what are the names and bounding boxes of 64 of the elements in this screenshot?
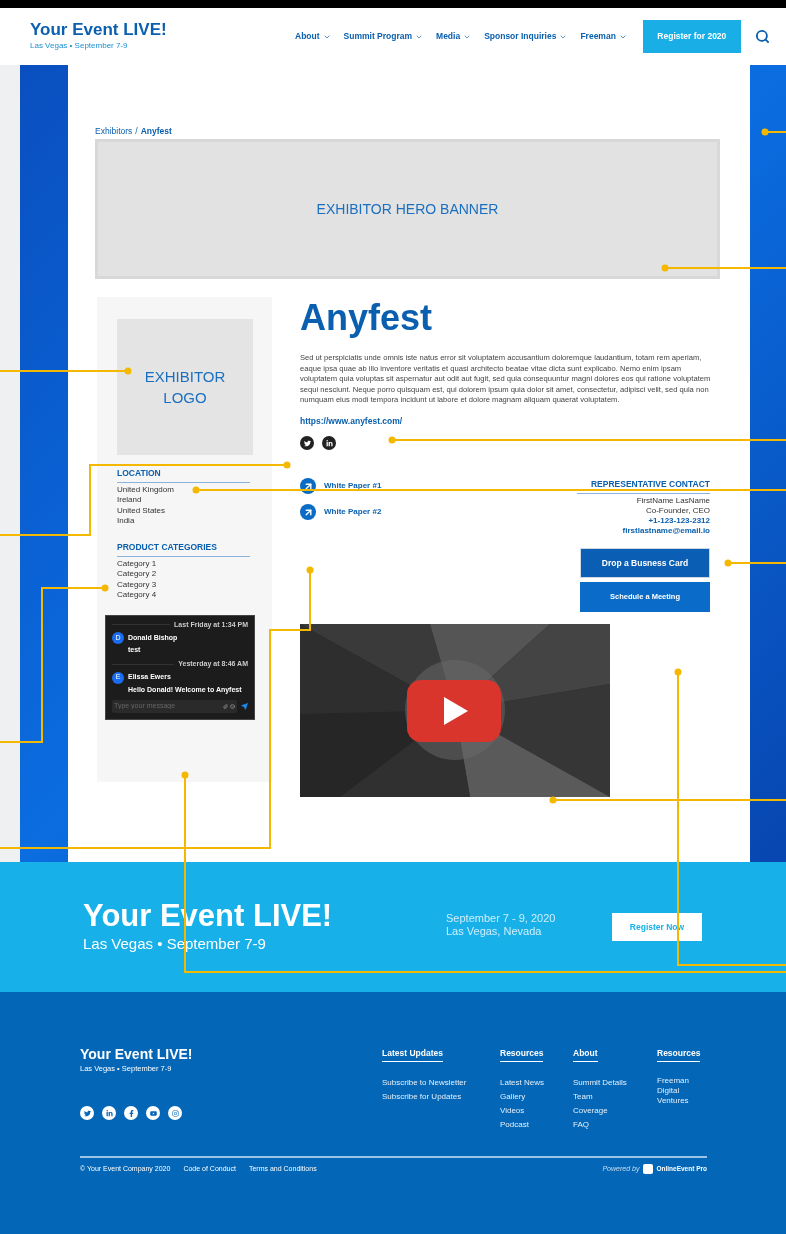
footer-link[interactable]: Subscribe for Updates — [382, 1089, 500, 1104]
nav-menu-item[interactable]: Sponsor Inquiries — [484, 30, 568, 43]
attach-icon[interactable] — [223, 703, 228, 709]
footer-link[interactable]: Videos — [500, 1103, 573, 1118]
hero-banner: EXHIBITOR HERO BANNER — [95, 139, 720, 279]
nav-menu-item[interactable]: Freeman — [580, 30, 627, 43]
facebook-icon[interactable] — [124, 1106, 138, 1121]
footer-link[interactable]: FAQ — [573, 1117, 657, 1132]
footer-link[interactable]: Podcast — [500, 1117, 573, 1132]
footer-heading: About — [573, 1047, 598, 1062]
list-item: United States — [117, 505, 167, 517]
footer-link[interactable]: Team — [573, 1089, 657, 1104]
contact-phone[interactable]: +1-123-123-2312 — [648, 516, 710, 526]
play-button-icon[interactable] — [407, 680, 501, 742]
leader-line — [761, 128, 786, 136]
section-heading: LOCATION — [117, 467, 250, 483]
contact-email[interactable]: firstlastname@email.io — [622, 526, 710, 536]
website-link[interactable]: https://www.anyfest.com/ — [300, 414, 403, 428]
breadcrumb-current: Anyfest — [140, 124, 172, 138]
footer-link[interactable]: Gallery — [500, 1089, 573, 1104]
youtube-icon[interactable] — [146, 1106, 160, 1121]
document-link[interactable]: White Paper #1 — [300, 478, 382, 495]
action-button[interactable]: Drop a Busness Card — [580, 548, 710, 578]
list-item: Ireland — [117, 495, 143, 506]
contact-role: Co-Founder, CEO — [645, 506, 710, 516]
list-item: Category 2 — [117, 569, 158, 580]
exhibitor-logo: EXHIBITOR LOGO — [117, 319, 253, 455]
breadcrumb-separator: / — [135, 124, 138, 138]
instagram-icon[interactable] — [168, 1106, 182, 1121]
list-item: India — [117, 516, 136, 527]
footer-link[interactable]: Freeman Digital Ventures — [657, 1075, 707, 1106]
exhibitor-name: Anyfest — [300, 297, 434, 339]
footer-logo[interactable]: Your Event LIVE! — [80, 1047, 382, 1061]
document-link[interactable]: White Paper #2 — [300, 504, 382, 521]
footer-link[interactable]: Latest News — [500, 1075, 573, 1090]
list-item: Category 3 — [117, 579, 158, 590]
emoji-icon[interactable] — [230, 703, 235, 709]
footer-link[interactable]: Summit Details — [573, 1075, 657, 1090]
breadcrumb-link[interactable]: Exhibitors — [95, 124, 133, 138]
logo-subtitle: Las Vegas • September 7-9 — [30, 40, 129, 52]
twitter-icon[interactable] — [300, 436, 314, 451]
nav-menu-item[interactable]: Media — [436, 30, 472, 43]
footer-heading: Resources — [500, 1047, 544, 1062]
nav-menu-item[interactable]: Summit Program — [343, 30, 424, 43]
footer-heading: Latest Updates — [382, 1047, 443, 1062]
list-item: United Kingdom — [117, 484, 175, 496]
footer-heading: Resources — [657, 1047, 701, 1062]
section-heading: REPRESENTATIVE CONTACT — [577, 478, 710, 494]
linkedin-icon[interactable] — [322, 436, 336, 451]
footer-link[interactable]: Subscribe to Newsletter — [382, 1075, 500, 1090]
contact-name: FirstName LasName — [636, 496, 710, 506]
section-heading: PRODUCT CATEGORIES — [117, 540, 250, 557]
send-icon[interactable] — [241, 702, 248, 710]
cube-logo-icon — [643, 1164, 654, 1174]
leader-line — [724, 559, 786, 567]
event-place: Las Vegas, Nevada — [446, 925, 543, 938]
event-date: September 7 - 9, 2020 — [446, 912, 557, 925]
nav-menu-item[interactable]: About — [295, 30, 331, 43]
arrow-up-right-icon — [300, 504, 316, 521]
search-icon[interactable] — [754, 29, 770, 44]
footer-link[interactable]: Coverage — [573, 1103, 657, 1118]
list-item: Category 4 — [117, 590, 158, 601]
list-item: Category 1 — [117, 558, 158, 569]
site-logo[interactable]: Your Event LIVE! — [30, 21, 280, 38]
